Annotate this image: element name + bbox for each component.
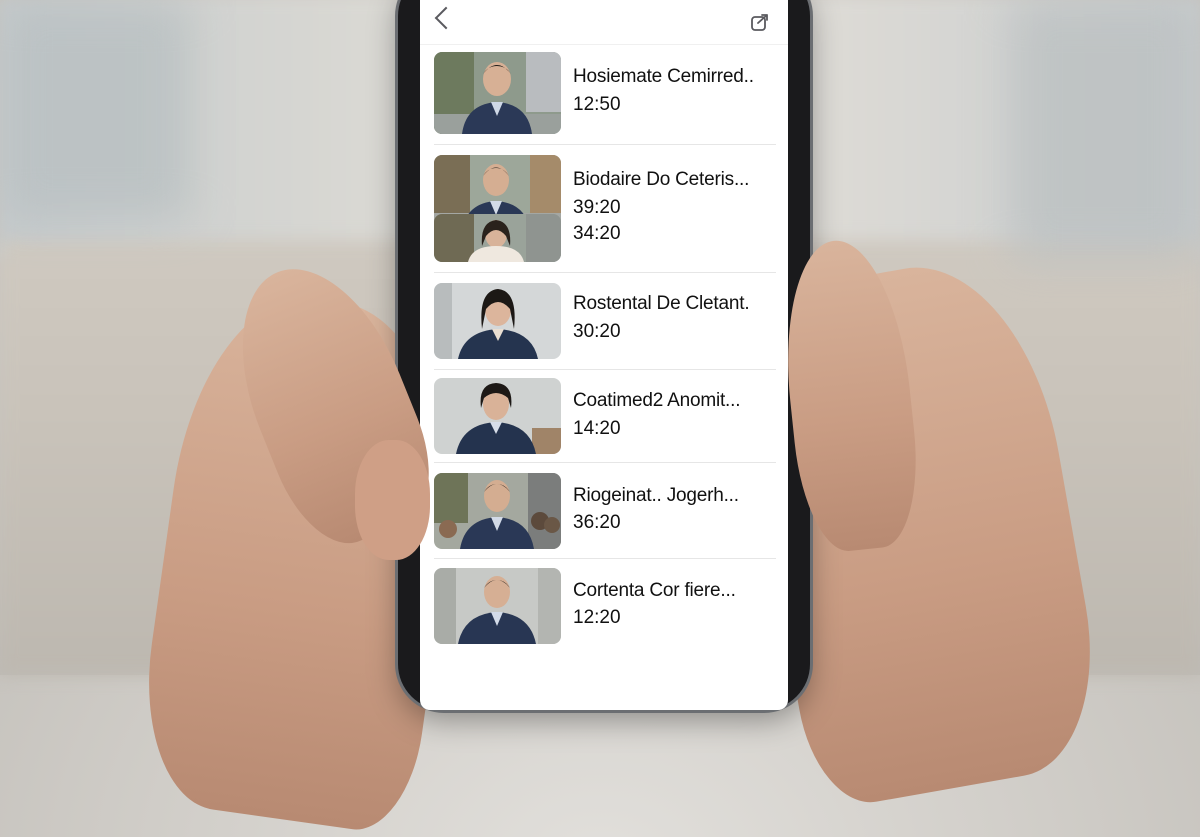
video-thumbnail (434, 283, 561, 359)
video-duration: 12:50 (573, 94, 621, 115)
separator (434, 369, 776, 370)
video-title: Rostental De Cletant. (573, 293, 750, 314)
video-title: Hosiemate Cemirred.. (573, 66, 754, 87)
top-bar (420, 0, 788, 45)
share-icon[interactable] (750, 12, 770, 32)
list-item[interactable]: Coatimed2 Anomit... 14:20 (434, 378, 776, 464)
separator (434, 462, 776, 463)
separator (434, 144, 776, 145)
list-item[interactable]: Rostental De Cletant. 30:20 (434, 283, 776, 370)
video-thumbnail (434, 473, 561, 549)
video-duration: 36:20 (573, 512, 621, 533)
video-thumbnail (434, 568, 561, 644)
phone-device: Hosiemate Cemirred.. 12:50 Biodaire Do C… (398, 0, 810, 710)
video-duration: 30:20 (573, 321, 621, 342)
video-thumbnail (434, 214, 561, 262)
separator (434, 272, 776, 273)
chevron-left-icon[interactable] (434, 6, 458, 30)
phone-screen: Hosiemate Cemirred.. 12:50 Biodaire Do C… (420, 0, 788, 710)
video-title: Cortenta Cor fiere... (573, 580, 736, 601)
video-thumbnail (434, 52, 561, 134)
video-duration: 12:20 (573, 607, 621, 628)
left-hand-finger (355, 440, 430, 560)
video-duration: 34:20 (573, 223, 621, 244)
video-title: Riogeinat.. Jogerh... (573, 485, 739, 506)
list-item[interactable]: Cortenta Cor fiere... 12:20 (434, 568, 776, 648)
video-duration: 14:20 (573, 418, 621, 439)
separator (434, 558, 776, 559)
background-blur-right (1010, 0, 1200, 260)
video-title: Coatimed2 Anomit... (573, 390, 741, 411)
list-item[interactable]: 34:20 (434, 214, 776, 274)
video-thumbnail (434, 378, 561, 454)
list-item[interactable]: Riogeinat.. Jogerh... 36:20 (434, 473, 776, 559)
video-title: Biodaire Do Ceteris... (573, 169, 750, 190)
background-blur-left (0, 0, 190, 220)
list-item[interactable]: Hosiemate Cemirred.. 12:50 (434, 52, 776, 145)
